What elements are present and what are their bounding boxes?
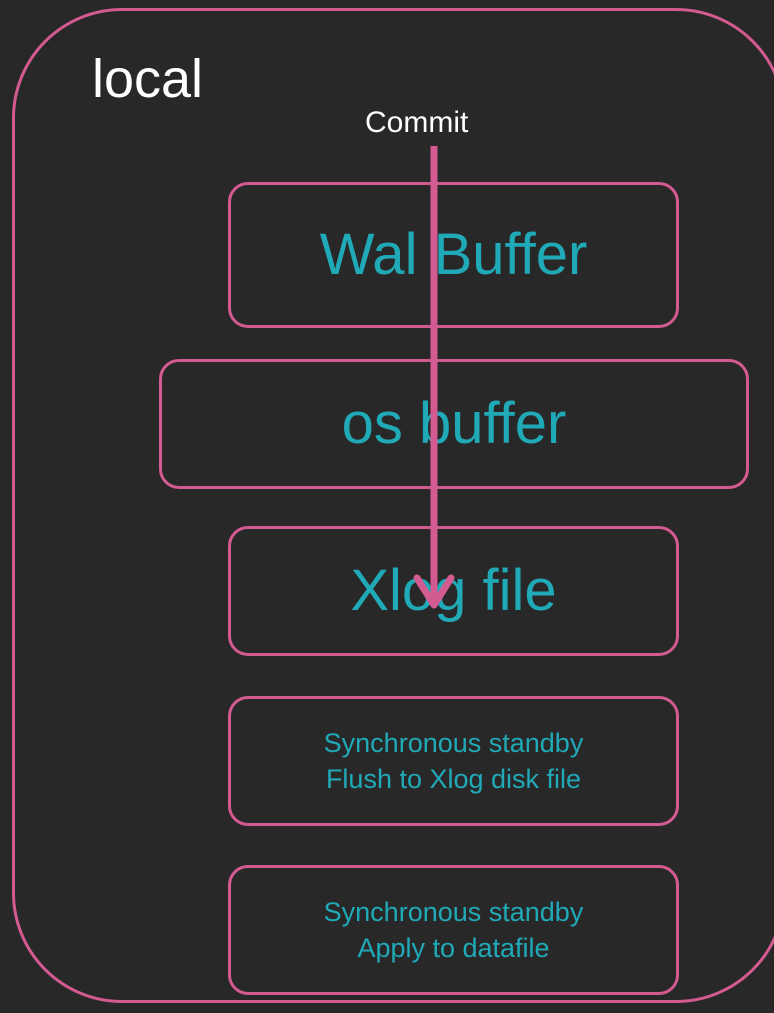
standby-flush-line-1: Synchronous standby [323,727,584,758]
os-buffer-label: os buffer [341,391,567,456]
standby-apply-line-1: Synchronous standby [323,896,584,927]
xlog-file-box: Xlog file [228,526,679,656]
diagram-canvas: local Wal Buffer os buffer Xlog file Syn… [0,0,774,1013]
xlog-file-label: Xlog file [350,558,557,623]
local-container-label: local [92,49,204,109]
os-buffer-box: os buffer [159,359,749,489]
standby-flush-box: Synchronous standby Flush to Xlog disk f… [228,696,679,826]
wal-buffer-box: Wal Buffer [228,182,679,328]
standby-apply-box: Synchronous standby Apply to datafile [228,865,679,995]
standby-apply-line-2: Apply to datafile [357,933,550,963]
wal-buffer-label: Wal Buffer [319,222,588,287]
commit-label: Commit [365,106,469,139]
standby-flush-line-2: Flush to Xlog disk file [325,764,582,794]
local-container [12,8,774,1003]
